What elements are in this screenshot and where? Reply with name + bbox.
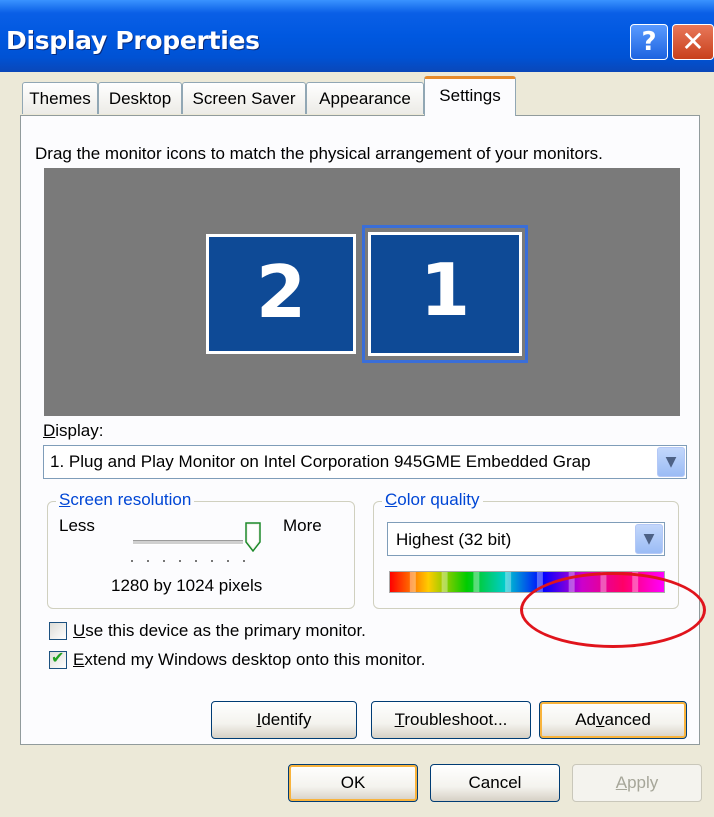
cancel-button[interactable]: Cancel <box>430 764 560 802</box>
extend-desktop-checkbox[interactable]: ✔ <box>49 648 67 669</box>
tab-themes[interactable]: Themes <box>22 82 98 114</box>
monitor-1-icon[interactable]: 1 <box>368 232 522 356</box>
tab-desktop[interactable]: Desktop <box>98 82 182 114</box>
tab-settings[interactable]: Settings <box>424 76 516 116</box>
monitor-arrangement-area: 2 1 <box>44 168 680 416</box>
resolution-value: 1280 by 1024 pixels <box>111 576 263 595</box>
identify-button[interactable]: Identify <box>211 701 357 739</box>
primary-monitor-checkbox[interactable] <box>49 622 67 640</box>
resolution-slider-ticks <box>131 560 251 564</box>
display-properties-window: Display Properties ? ✕ Themes Desktop Sc… <box>0 0 714 817</box>
extend-desktop-label[interactable]: Extend my Windows desktop onto this moni… <box>73 650 425 670</box>
instruction-text: Drag the monitor icons to match the phys… <box>35 144 603 163</box>
resolution-slider-thumb[interactable] <box>245 522 261 552</box>
title-bar[interactable]: Display Properties ? ✕ <box>0 0 714 72</box>
help-button[interactable]: ? <box>630 24 668 60</box>
display-dropdown[interactable]: 1. Plug and Play Monitor on Intel Corpor… <box>43 445 687 479</box>
ok-button[interactable]: OK <box>288 764 418 802</box>
apply-button[interactable]: Apply <box>572 764 702 802</box>
tab-screen-saver[interactable]: Screen Saver <box>182 82 306 114</box>
chevron-down-icon[interactable]: ▼ <box>657 447 685 477</box>
monitor-2-icon[interactable]: 2 <box>206 234 356 354</box>
resolution-more-label: More <box>283 516 322 535</box>
color-quality-title: Color quality <box>382 490 483 510</box>
display-label: Display: <box>43 421 104 440</box>
resolution-less-label: Less <box>59 516 95 535</box>
highlight-circle <box>520 572 706 648</box>
color-quality-value: Highest (32 bit) <box>396 530 512 549</box>
troubleshoot-button[interactable]: Troubleshoot... <box>371 701 531 739</box>
primary-monitor-label[interactable]: Use this device as the primary monitor. <box>73 621 366 641</box>
resolution-slider-track[interactable] <box>133 540 243 545</box>
checkmark-icon: ✔ <box>51 648 65 667</box>
color-quality-dropdown[interactable]: Highest (32 bit) ▼ <box>387 522 665 556</box>
advanced-button[interactable]: Advanced <box>539 701 687 739</box>
settings-panel: Drag the monitor icons to match the phys… <box>20 115 700 745</box>
window-title: Display Properties <box>6 26 260 55</box>
close-button[interactable]: ✕ <box>672 24 714 60</box>
screen-resolution-title: Screen resolution <box>56 490 195 510</box>
tab-appearance[interactable]: Appearance <box>306 82 424 114</box>
chevron-down-icon[interactable]: ▼ <box>635 524 663 554</box>
display-dropdown-value: 1. Plug and Play Monitor on Intel Corpor… <box>50 452 591 471</box>
